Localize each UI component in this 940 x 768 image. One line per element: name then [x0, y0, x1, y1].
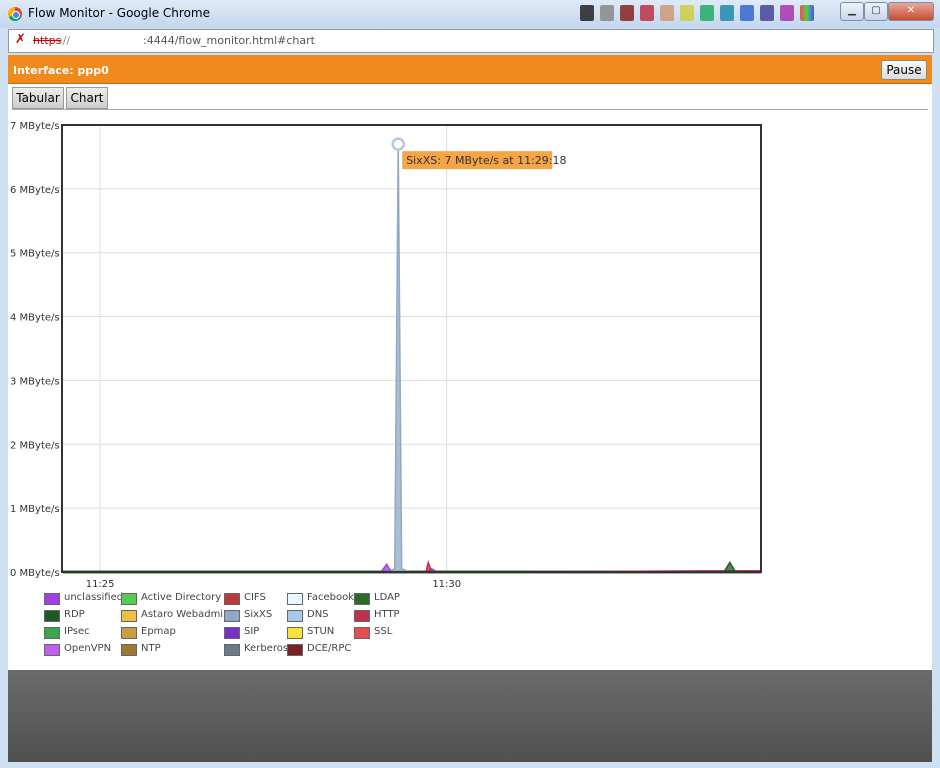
url-separator: :// [59, 34, 71, 47]
legend-label: Astaro Webadmin [141, 609, 230, 620]
legend-swatch [121, 593, 137, 605]
taskbar-thumb-icon [700, 5, 714, 21]
legend-label: HTTP [374, 609, 400, 620]
legend-swatch [287, 610, 303, 622]
tab-chart[interactable]: Chart [66, 87, 108, 109]
page-content: Interface: ppp0 Pause Tabular Chart 0 MB… [8, 55, 932, 670]
flow-chart: 0 MByte/s 1 MByte/s 2 MByte/s 3 MByte/s 4 MB… [8, 113, 932, 673]
maximize-button[interactable]: ▢ [864, 2, 888, 21]
url-protocol: https [33, 34, 62, 47]
legend-label: LDAP [374, 592, 400, 603]
insecure-lock-icon[interactable]: ✗ [15, 33, 29, 47]
legend-label: SixXS [244, 609, 273, 620]
peak-marker [391, 137, 405, 151]
legend-label: IPsec [64, 626, 90, 637]
legend-swatch [44, 644, 60, 656]
view-tabs: Tabular Chart [12, 86, 928, 110]
flow-chart-svg: 0 MByte/s 1 MByte/s 2 MByte/s 3 MByte/s 4 MB… [10, 121, 762, 590]
y-tick-label: 7 MByte/s [10, 121, 60, 132]
legend-label: RDP [64, 609, 85, 620]
tooltip-text: SixXS: 7 MByte/s at 11:29:18 [406, 154, 566, 167]
taskbar-thumb-icon [800, 5, 814, 21]
y-tick-label: 5 MByte/s [10, 249, 60, 260]
legend-label: SIP [244, 626, 260, 637]
chrome-icon [8, 7, 22, 21]
legend-label: DCE/RPC [307, 643, 352, 654]
legend-swatch [354, 593, 370, 605]
taskbar-thumb-icon [620, 5, 634, 21]
legend-swatch [121, 627, 137, 639]
bottom-panel [8, 670, 932, 762]
taskbar-thumb-icon [680, 5, 694, 21]
x-tick-label: 11:30 [432, 579, 461, 590]
plot-area [62, 125, 761, 572]
legend-label: STUN [307, 626, 335, 637]
legend-swatch [224, 627, 240, 639]
y-tick-label: 1 MByte/s [10, 504, 60, 515]
legend-label: unclassified [64, 592, 124, 603]
legend-label: Active Directory [141, 592, 222, 603]
taskbar-thumb-icon [580, 5, 594, 21]
y-tick-label: 2 MByte/s [10, 440, 60, 451]
legend-swatch [287, 627, 303, 639]
legend-swatch [44, 610, 60, 622]
legend-label: OpenVPN [64, 643, 112, 654]
interface-label: Interface: ppp0 [13, 64, 109, 77]
legend-label: Facebook [307, 592, 354, 603]
legend-label: CIFS [244, 592, 266, 603]
tab-tabular[interactable]: Tabular [12, 87, 64, 109]
window-title: Flow Monitor - Google Chrome [28, 6, 210, 20]
legend-label: NTP [141, 643, 161, 654]
legend-swatch [121, 610, 137, 622]
pause-button[interactable]: Pause [881, 60, 927, 80]
legend-label: Epmap [141, 626, 176, 637]
legend-label: SSL [374, 626, 393, 637]
close-button[interactable]: ✕ [888, 2, 934, 21]
legend-swatch [287, 593, 303, 605]
taskbar-thumb-icon [780, 5, 794, 21]
interface-header: Interface: ppp0 Pause [8, 55, 932, 84]
legend-swatch [287, 644, 303, 656]
taskbar-thumb-icon [760, 5, 774, 21]
legend-swatch [354, 627, 370, 639]
taskbar-thumb-icon [640, 5, 654, 21]
address-bar[interactable]: ✗ https :// :4444/flow_monitor.html#char… [8, 29, 934, 53]
taskbar-thumb-icon [660, 5, 674, 21]
legend-swatch [224, 593, 240, 605]
y-tick-label: 0 MByte/s [10, 568, 60, 579]
taskbar-thumb-icon [720, 5, 734, 21]
legend-label: DNS [307, 609, 329, 620]
legend-swatch [224, 644, 240, 656]
y-tick-label: 3 MByte/s [10, 376, 60, 387]
browser-window: Flow Monitor - Google Chrome ▁ ▢ ✕ ✗ htt… [0, 0, 940, 768]
x-tick-label: 11:25 [86, 579, 115, 590]
title-bar: Flow Monitor - Google Chrome ▁ ▢ ✕ [0, 0, 940, 28]
minimize-button[interactable]: ▁ [840, 2, 864, 21]
url-path: :4444/flow_monitor.html#chart [143, 34, 315, 47]
taskbar-thumb-icon [740, 5, 754, 21]
legend-swatch [121, 644, 137, 656]
legend-label: Kerberos [244, 643, 289, 654]
legend-swatch [354, 610, 370, 622]
legend-swatch [44, 627, 60, 639]
y-tick-label: 4 MByte/s [10, 313, 60, 324]
taskbar-thumb-icon [600, 5, 614, 21]
legend-swatch [44, 593, 60, 605]
legend-swatch [224, 610, 240, 622]
y-tick-label: 6 MByte/s [10, 185, 60, 196]
